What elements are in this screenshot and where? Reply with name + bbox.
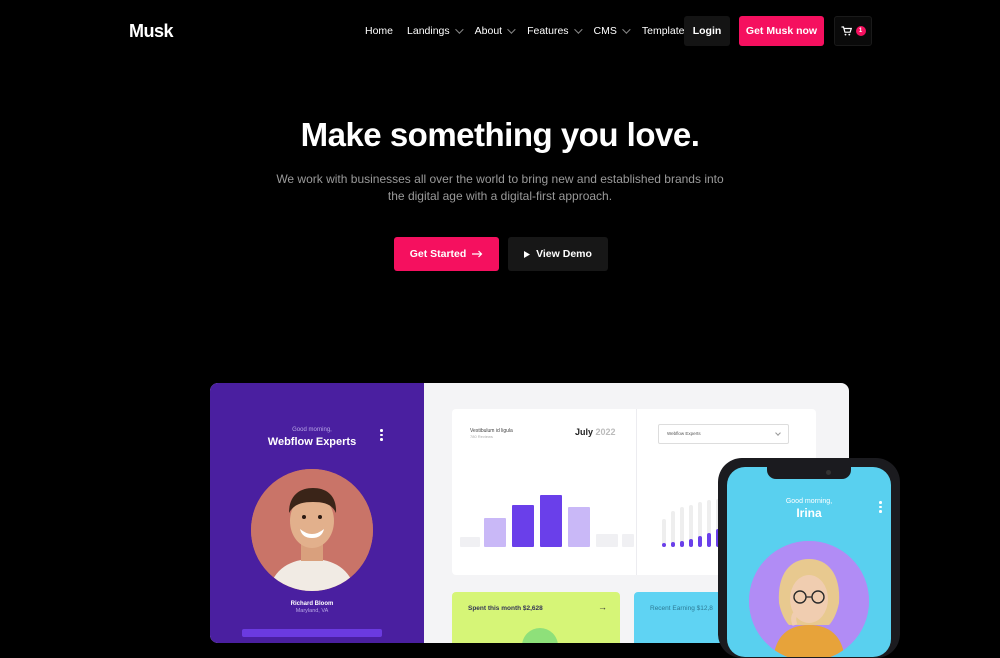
cart-icon (841, 26, 852, 36)
view-demo-label: View Demo (536, 248, 592, 260)
chart-bar (622, 534, 634, 547)
chart-bar (671, 542, 675, 547)
chevron-down-icon (507, 25, 516, 34)
chart-bar (662, 543, 666, 547)
phone-notch (767, 467, 851, 479)
chart-bar (596, 534, 618, 547)
nav-item-label: Template (641, 25, 685, 37)
phone-screen: Good morning, Irina (727, 467, 891, 657)
play-icon (524, 250, 531, 258)
spent-card: Spent this month $2,628 → (452, 592, 620, 643)
person-location: Maryland, VA (295, 608, 329, 614)
chart-bar (568, 507, 590, 547)
more-vertical-icon (380, 429, 383, 443)
cart-button[interactable]: 1 (834, 16, 872, 46)
arrow-right-icon[interactable]: → (598, 602, 607, 612)
chevron-down-icon (622, 25, 631, 34)
chevron-down-icon (573, 25, 583, 34)
cart-count-badge: 1 (855, 26, 866, 36)
chart-bar (484, 518, 506, 547)
hero-title: Make something you love. (300, 116, 700, 153)
view-demo-button[interactable]: View Demo (508, 237, 608, 271)
nav-item-label: CMS (593, 25, 617, 37)
chart-bar (512, 505, 534, 547)
nav-item-features[interactable]: Features (527, 25, 583, 37)
nav-item-landings[interactable]: Landings (407, 25, 464, 37)
get-started-button[interactable]: Get Started (394, 237, 499, 271)
donut-chart (522, 628, 558, 643)
chart-bar (707, 533, 711, 547)
brand-logo[interactable]: Musk (129, 21, 174, 42)
nav-item-label: Home (365, 25, 394, 37)
avatar (251, 469, 373, 591)
nav-item-about[interactable]: About (474, 25, 516, 37)
sidebar-greeting: Good morning, (292, 427, 332, 433)
chevron-down-icon (454, 25, 464, 34)
bar-chart (452, 409, 636, 575)
arrow-right-icon (472, 250, 483, 258)
more-vertical-icon (879, 501, 882, 515)
hero-subtitle: We work with businesses all over the wor… (276, 172, 724, 203)
earning-label: Recent Earning $12,8 (650, 605, 713, 612)
login-button[interactable]: Login (684, 16, 730, 46)
chart-bar (689, 539, 693, 547)
get-started-label: Get Started (409, 248, 467, 260)
mockup-sidebar: Good morning, Webflow Experts Richard Bl… (210, 383, 424, 643)
get-musk-button[interactable]: Get Musk now (739, 16, 824, 46)
chart-bar (698, 536, 702, 547)
nav-item-label: About (474, 25, 503, 37)
phone-greeting: Good morning, (785, 498, 833, 505)
nav-item-home[interactable]: Home (365, 25, 393, 37)
chart-bar (460, 537, 480, 547)
nav-item-label: Landings (407, 25, 450, 37)
sidebar-name: Webflow Experts (267, 436, 357, 448)
avatar (749, 541, 869, 657)
nav-item-cms[interactable]: CMS (593, 25, 631, 37)
nav-item-label: Features (527, 25, 569, 37)
sidebar-button (242, 629, 382, 637)
phone-name: Irina (796, 506, 822, 520)
person-name: Richard Bloom (290, 601, 334, 607)
chart-bar (540, 495, 562, 547)
main-nav: Home Landings About Features CMS Templat… (365, 16, 709, 46)
spent-label: Spent this month $2,628 (468, 605, 543, 612)
chart-bar (680, 541, 684, 547)
